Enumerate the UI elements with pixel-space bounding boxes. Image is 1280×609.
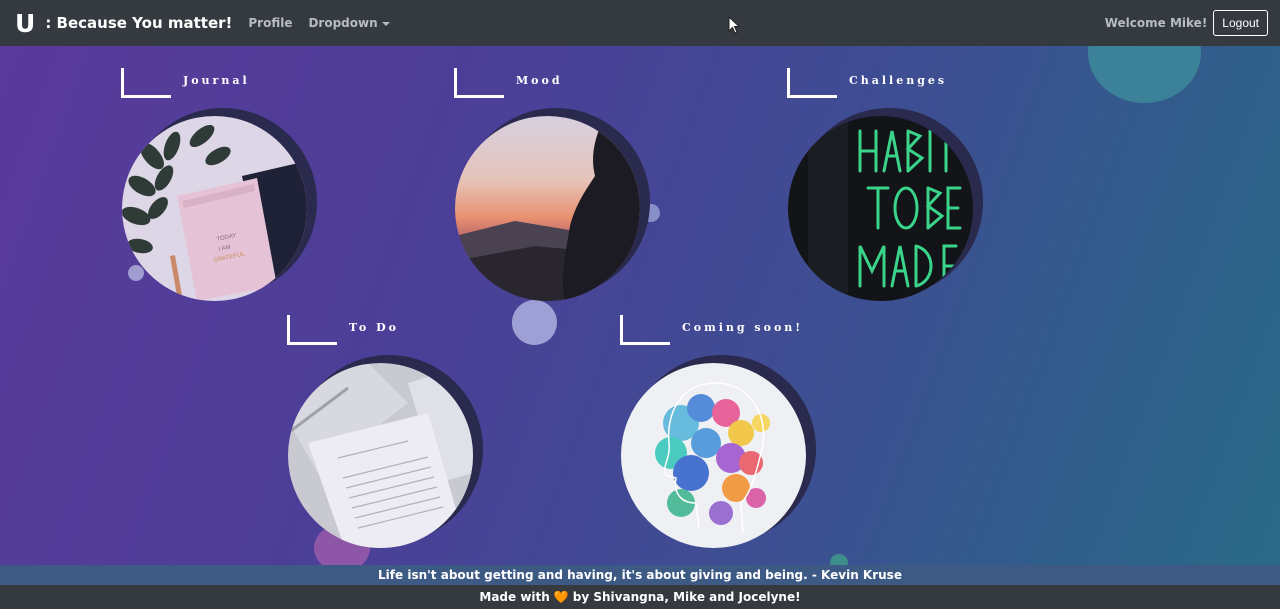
nav-dropdown-toggle[interactable]: Dropdown [308, 16, 390, 30]
card-bracket [620, 315, 670, 345]
watercolor-head-image[interactable] [621, 363, 806, 548]
sunset-silhouette-image[interactable] [455, 116, 640, 301]
decor-bubble [1088, 46, 1201, 103]
navbar: U : Because You matter! Profile Dropdown… [0, 0, 1280, 46]
nav-profile-link[interactable]: Profile [248, 16, 292, 30]
caret-down-icon [381, 21, 390, 26]
logout-button[interactable]: Logout [1213, 10, 1268, 36]
nav-right: Welcome Mike! Logout [1105, 10, 1268, 36]
card-title: Coming soon! [682, 321, 804, 334]
card-bracket [787, 68, 837, 98]
card-challenges[interactable]: Challenges [787, 68, 1007, 308]
footer: Made with 🧡 by Shivangna, Mike and Jocel… [0, 585, 1280, 609]
brand-logo[interactable]: U [15, 9, 35, 38]
footer-prefix: Made with [479, 590, 550, 604]
welcome-text: Welcome Mike! [1104, 16, 1208, 30]
card-coming-soon[interactable]: Coming soon! [620, 315, 840, 555]
card-title: Journal [183, 74, 250, 87]
card-journal[interactable]: Journal TODAY I AM GRATEFUL [121, 68, 341, 308]
quote-bar: Life isn't about getting and having, it'… [0, 565, 1280, 585]
footer-credits: by Shivangna, Mike and Jocelyne! [572, 590, 801, 604]
mouse-pointer-icon [728, 16, 741, 34]
heart-icon: 🧡 [553, 590, 569, 604]
card-bracket [287, 315, 337, 345]
card-mood[interactable]: Mood [454, 68, 674, 308]
card-title: Mood [516, 74, 563, 87]
card-bracket [121, 68, 171, 98]
dropdown-label: Dropdown [308, 16, 378, 30]
brand-title[interactable]: : Because You matter! [45, 14, 232, 32]
card-bracket [454, 68, 504, 98]
card-title: Challenges [849, 74, 948, 87]
card-title: To Do [349, 321, 399, 334]
journal-notebook-image[interactable]: TODAY I AM GRATEFUL [122, 116, 307, 301]
quote-text: Life isn't about getting and having, it'… [378, 568, 902, 582]
paper-documents-image[interactable] [288, 363, 473, 548]
habits-neon-sign-image[interactable] [788, 116, 973, 301]
decor-bubble [830, 554, 848, 565]
brand[interactable]: U : Because You matter! [12, 9, 232, 38]
card-todo[interactable]: To Do [287, 315, 507, 555]
main-content: Journal TODAY I AM GRATEFUL Mood Challen… [0, 46, 1280, 565]
